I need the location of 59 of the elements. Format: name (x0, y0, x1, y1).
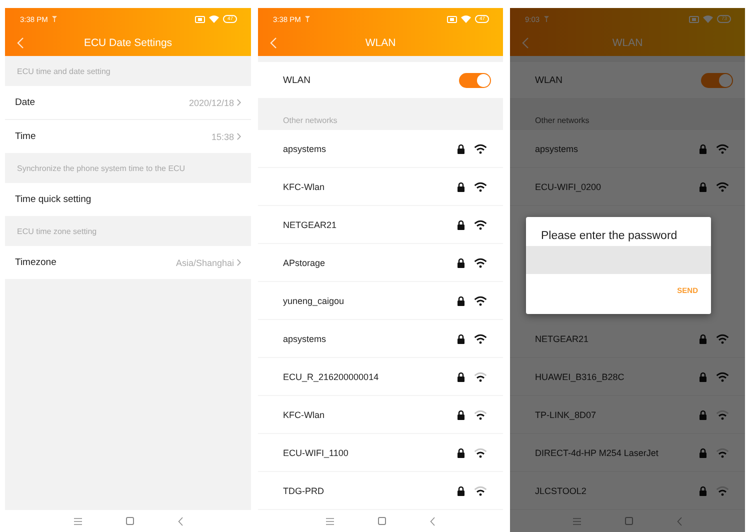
network-name: KFC-Wlan (283, 182, 326, 192)
back-icon[interactable] (178, 516, 182, 526)
signal-icon (544, 16, 549, 22)
back-icon[interactable] (677, 516, 682, 526)
signal-icon (52, 16, 57, 22)
screen-title: ECU Date Settings (84, 37, 172, 49)
setting-label: Date (15, 97, 36, 108)
network-name: apsystems (283, 144, 328, 154)
network-name: JLCSTOOL2 (535, 486, 588, 496)
network-name: TDG-PRD (283, 486, 325, 496)
setting-value: Asia/Shanghai (176, 258, 234, 268)
wlan-toggle[interactable] (701, 72, 733, 88)
network-name: NETGEAR21 (535, 334, 590, 344)
screen-title: WLAN (612, 37, 643, 49)
network-name: HUAWEI_B316_B28C (535, 372, 626, 382)
network-name: APstorage (283, 258, 326, 268)
wifi-icon (703, 15, 714, 23)
wlan-label: WLAN (283, 74, 312, 86)
wifi-icon (461, 15, 472, 23)
chevron-right-icon (237, 259, 241, 266)
section-header: Other networks (535, 116, 590, 125)
signal-icon (304, 16, 310, 22)
setting-label: Timezone (15, 257, 58, 268)
wifi-icon (209, 15, 220, 23)
chevron-right-icon (237, 133, 241, 140)
section-header: Synchronize the phone system time to the ECU (17, 164, 186, 172)
screen-title: WLAN (365, 37, 396, 49)
menu-icon[interactable] (573, 518, 581, 524)
chevron-right-icon (237, 99, 241, 106)
menu-icon[interactable] (326, 518, 334, 524)
home-icon[interactable] (625, 517, 633, 525)
network-name: TP-LINK_8D07 (535, 410, 598, 420)
home-icon[interactable] (378, 517, 386, 525)
wlan-label: WLAN (535, 74, 564, 86)
sim-icon (689, 16, 700, 22)
menu-icon[interactable] (74, 518, 82, 524)
network-name: ECU-WIFI_0200 (535, 182, 602, 192)
section-header: ECU time and date setting (17, 66, 110, 76)
back-icon[interactable] (430, 516, 435, 526)
network-name: DIRECT-4d-HP M254 LaserJet (535, 448, 660, 458)
section-header: ECU time zone setting (17, 226, 97, 236)
sim-icon (447, 16, 458, 22)
wlan-toggle[interactable] (459, 72, 491, 88)
network-name: ECU-WIFI_1100 (283, 448, 350, 458)
setting-value: 15:38 (211, 132, 234, 142)
sim-icon (195, 16, 206, 22)
setting-label: Time (15, 131, 37, 142)
network-name: KFC-Wlan (283, 410, 326, 420)
network-name: NETGEAR21 (283, 220, 338, 230)
home-icon[interactable] (126, 517, 134, 525)
network-name: apsystems (283, 334, 328, 344)
network-name: ECU_R_216200000014 (283, 372, 380, 382)
section-header: Other networks (283, 116, 338, 125)
setting-label: Time quick setting (15, 194, 92, 205)
password-field[interactable] (526, 246, 711, 274)
setting-value: 2020/12/18 (188, 98, 234, 108)
dialog-title: Please enter the password (540, 229, 678, 244)
network-name: apsystems (535, 144, 580, 154)
network-name: yuneng_caigou (283, 296, 346, 306)
